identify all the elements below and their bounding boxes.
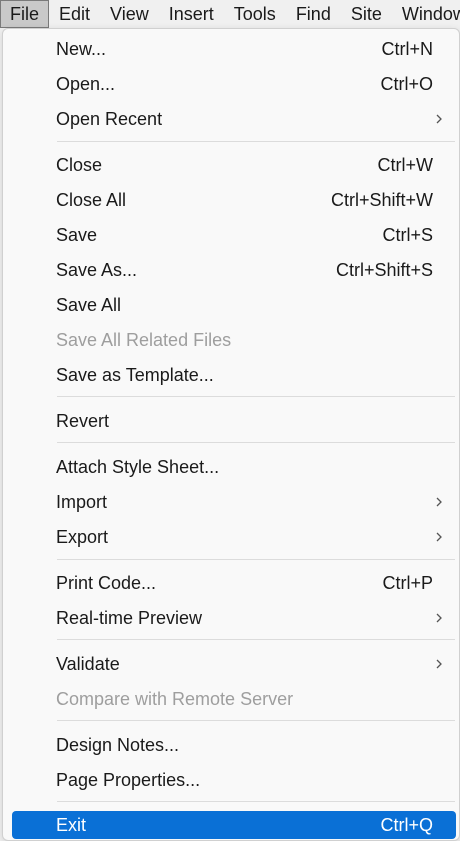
menu-separator	[57, 720, 455, 721]
menu-item-label: Exit	[56, 815, 87, 835]
menu-item-shortcut: Ctrl+Shift+S	[335, 260, 433, 280]
menu-item-label: Revert	[56, 411, 110, 431]
file-dropdown-menu: New... Ctrl+N Open... Ctrl+O Open Recent…	[2, 28, 460, 841]
menu-item-new[interactable]: New... Ctrl+N	[12, 35, 456, 63]
menu-item-exit[interactable]: Exit Ctrl+Q	[12, 811, 456, 839]
menu-item-open-recent[interactable]: Open Recent	[12, 105, 456, 133]
chevron-right-icon	[436, 114, 442, 124]
menu-item-label: Save as Template...	[56, 365, 214, 385]
menu-item-label: Import	[56, 492, 108, 512]
menu-item-label: Attach Style Sheet...	[56, 457, 220, 477]
menu-item-shortcut: Ctrl+Q	[380, 815, 433, 835]
menu-item-import[interactable]: Import	[12, 488, 456, 516]
menu-site[interactable]: Site	[341, 0, 392, 28]
menu-item-close[interactable]: Close Ctrl+W	[12, 151, 456, 179]
menu-insert[interactable]: Insert	[159, 0, 224, 28]
menu-edit[interactable]: Edit	[49, 0, 100, 28]
menu-item-label: Validate	[56, 654, 120, 674]
menu-item-label: Save	[56, 225, 98, 245]
menu-item-real-time-preview[interactable]: Real-time Preview	[12, 604, 456, 632]
menu-file[interactable]: File	[0, 0, 50, 28]
chevron-right-icon	[436, 532, 442, 542]
menu-find[interactable]: Find	[286, 0, 341, 28]
menu-item-save-all[interactable]: Save All	[12, 291, 456, 319]
chevron-right-icon	[436, 613, 442, 623]
menu-item-label: Open Recent	[56, 109, 163, 129]
menu-separator	[57, 801, 455, 802]
menu-view[interactable]: View	[100, 0, 159, 28]
menu-window[interactable]: Window	[392, 0, 460, 28]
menu-item-design-notes[interactable]: Design Notes...	[12, 731, 456, 759]
menu-bar: File Edit View Insert Tools Find Site Wi…	[0, 0, 460, 28]
menu-item-save-all-related-files: Save All Related Files	[12, 326, 456, 354]
menu-item-label: Page Properties...	[56, 770, 201, 790]
menu-item-label: Design Notes...	[56, 735, 180, 755]
menu-item-label: Print Code...	[56, 573, 157, 593]
menu-item-shortcut: Ctrl+P	[382, 573, 433, 593]
menu-item-validate[interactable]: Validate	[12, 650, 456, 678]
menu-item-compare-with-remote-server: Compare with Remote Server	[12, 685, 456, 713]
menu-item-shortcut: Ctrl+Shift+W	[330, 190, 433, 210]
menu-item-label: Save All	[56, 295, 122, 315]
menu-separator	[57, 639, 455, 640]
menu-item-export[interactable]: Export	[12, 523, 456, 551]
menu-item-label: Compare with Remote Server	[56, 689, 294, 709]
menu-item-open[interactable]: Open... Ctrl+O	[12, 70, 456, 98]
menu-item-revert[interactable]: Revert	[12, 407, 456, 435]
menu-item-shortcut: Ctrl+O	[380, 74, 433, 94]
menu-item-attach-style-sheet[interactable]: Attach Style Sheet...	[12, 453, 456, 481]
menu-item-shortcut: Ctrl+S	[382, 225, 433, 245]
menu-item-print-code[interactable]: Print Code... Ctrl+P	[12, 569, 456, 597]
menu-item-save[interactable]: Save Ctrl+S	[12, 221, 456, 249]
menu-separator	[57, 141, 455, 142]
menu-item-label: New...	[56, 39, 107, 59]
menu-separator	[57, 442, 455, 443]
menu-item-label: Open...	[56, 74, 116, 94]
chevron-right-icon	[436, 659, 442, 669]
menu-item-label: Save All Related Files	[56, 330, 232, 350]
menu-item-label: Close All	[56, 190, 127, 210]
menu-separator	[57, 559, 455, 560]
menu-item-page-properties[interactable]: Page Properties...	[12, 766, 456, 794]
menu-item-shortcut: Ctrl+W	[377, 155, 434, 175]
menu-item-label: Close	[56, 155, 103, 175]
menu-item-label: Save As...	[56, 260, 138, 280]
menu-item-close-all[interactable]: Close All Ctrl+Shift+W	[12, 186, 456, 214]
menu-item-label: Real-time Preview	[56, 608, 203, 628]
menu-tools[interactable]: Tools	[224, 0, 286, 28]
chevron-right-icon	[436, 497, 442, 507]
menu-item-save-as-template[interactable]: Save as Template...	[12, 361, 456, 389]
menu-item-label: Export	[56, 527, 109, 547]
menu-item-save-as[interactable]: Save As... Ctrl+Shift+S	[12, 256, 456, 284]
menu-separator	[57, 396, 455, 397]
menu-item-shortcut: Ctrl+N	[381, 39, 433, 59]
